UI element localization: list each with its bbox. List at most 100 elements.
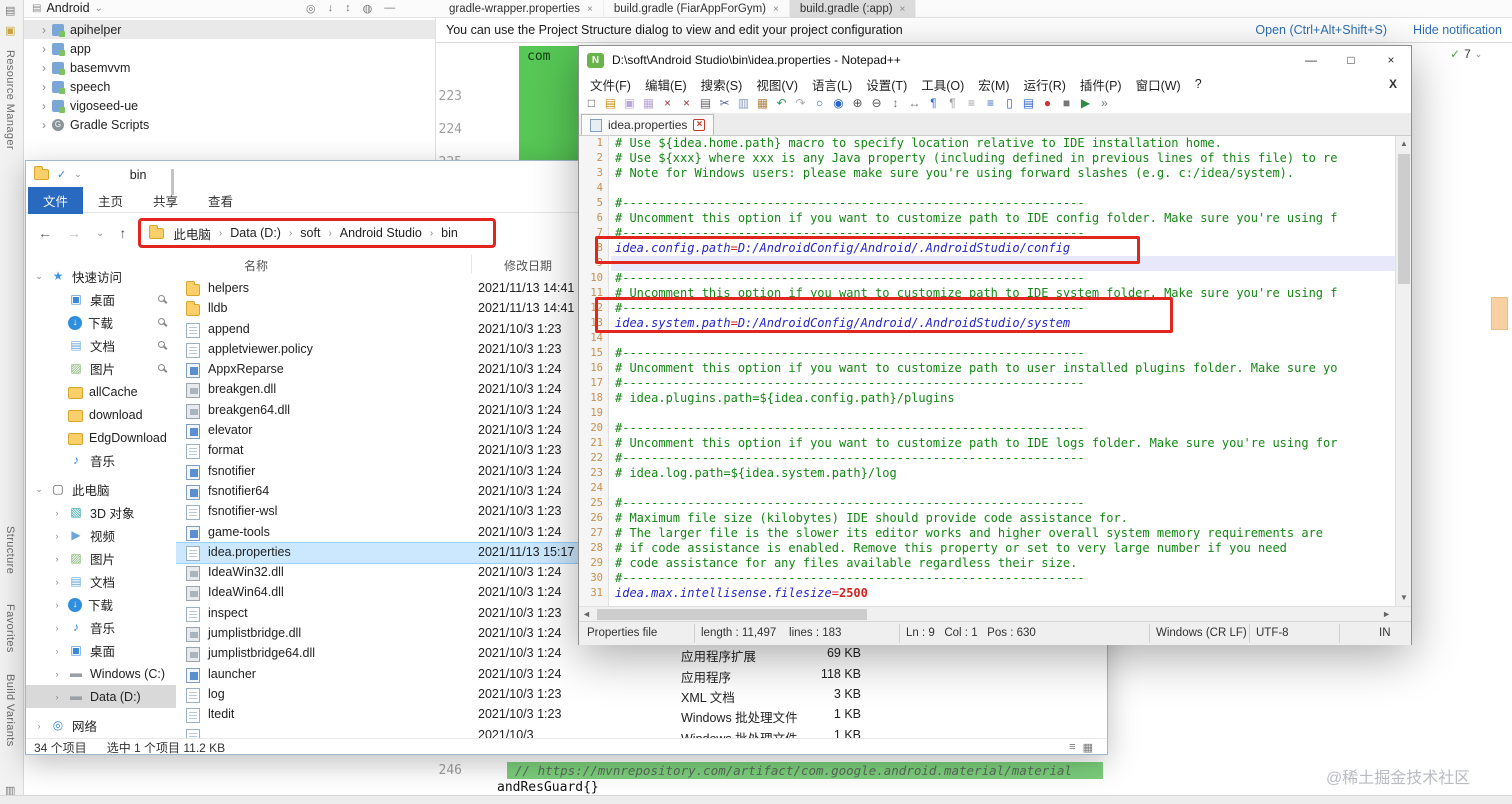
history-dropdown-icon[interactable]: ⌄ — [96, 228, 104, 239]
scrollbar-thumb[interactable] — [597, 609, 867, 620]
scrollbar-error-stripe[interactable] — [1491, 297, 1508, 330]
nav-group-quick-access[interactable]: ⌄ ★ 快速访问 — [26, 265, 176, 288]
editor-tab[interactable]: build.gradle (FiarAppForGym) × — [604, 0, 790, 18]
details-view-icon[interactable]: ≡ — [1069, 741, 1075, 754]
replace-icon[interactable]: ◉ — [830, 95, 847, 112]
chevron-icon[interactable]: › — [52, 577, 62, 587]
doc-switcher-icon[interactable]: ▤ — [1020, 95, 1037, 112]
locate-file-icon[interactable]: ◎ — [306, 2, 316, 15]
menu-item[interactable]: 文件(F) — [583, 75, 638, 94]
save-icon[interactable]: ▣ — [621, 95, 638, 112]
nav-item[interactable]: ♪ 音乐 — [26, 449, 176, 472]
chevron-right-icon[interactable]: › — [42, 61, 46, 75]
nav-item[interactable]: ↓ 下载 — [26, 311, 176, 334]
close-icon[interactable]: × — [659, 95, 676, 112]
menu-item[interactable]: 窗口(W) — [1129, 75, 1188, 94]
notepad-titlebar[interactable]: N D:\soft\Android Studio\bin\idea.proper… — [579, 46, 1411, 74]
nav-item[interactable]: › ▣ 桌面 — [26, 639, 176, 662]
maximize-button[interactable]: □ — [1331, 46, 1371, 74]
chevron-icon[interactable]: › — [52, 692, 62, 702]
column-header-date[interactable]: 修改日期 — [504, 257, 552, 274]
undo-icon[interactable]: ↶ — [773, 95, 790, 112]
menu-item[interactable]: 设置(T) — [859, 75, 914, 94]
scroll-down-icon[interactable]: ▼ — [1396, 590, 1411, 606]
nav-item[interactable]: › ♪ 音乐 — [26, 616, 176, 639]
sync-scroll-h-icon[interactable]: ↔ — [906, 95, 923, 112]
save-all-icon[interactable]: ▦ — [640, 95, 657, 112]
cut-icon[interactable]: ✂ — [716, 95, 733, 112]
chevron-icon[interactable]: › — [52, 554, 62, 564]
sync-scroll-v-icon[interactable]: ↕ — [887, 95, 904, 112]
zoom-out-icon[interactable]: ⊖ — [868, 95, 885, 112]
menu-item[interactable]: 视图(V) — [749, 75, 805, 94]
check-icon[interactable]: ✓ — [57, 168, 66, 181]
file-row[interactable]: ltedit 2021/10/3 1:23 Windows 批处理文件 1 KB — [176, 705, 1109, 725]
close-tab-icon[interactable]: × — [900, 4, 906, 15]
up-button[interactable]: ↑ — [119, 225, 126, 241]
chevron-down-icon[interactable]: ⌄ — [74, 169, 82, 180]
menu-item[interactable]: 工具(O) — [914, 75, 971, 94]
document-tab[interactable]: idea.properties × — [581, 114, 715, 135]
tool-window-button[interactable]: Resource Manager — [4, 50, 16, 150]
menu-item[interactable]: ? — [1188, 77, 1209, 91]
nav-item[interactable]: ▤ 文档 — [26, 334, 176, 357]
file-row[interactable]: jumplistbridge64.dll 2021/10/3 1:24 应用程序扩展… — [176, 644, 1109, 664]
settings-gear-icon[interactable]: ◍ — [363, 2, 373, 15]
chevron-icon[interactable]: › — [52, 646, 62, 656]
chevron-icon[interactable]: › — [52, 531, 62, 541]
ribbon-tab[interactable]: 主页 — [83, 188, 138, 213]
nav-item[interactable]: › ▨ 图片 — [26, 547, 176, 570]
nav-item[interactable]: allCache — [26, 380, 176, 403]
scroll-up-icon[interactable]: ▲ — [1396, 136, 1411, 152]
scroll-left-icon[interactable]: ◄ — [582, 609, 591, 619]
close-tab-icon[interactable]: × — [693, 119, 706, 131]
copy-icon[interactable]: ▥ — [735, 95, 752, 112]
ribbon-tab[interactable]: 文件 — [28, 186, 84, 214]
npp-editor[interactable]: 1 2 3 4 5 6 7 8 9 10 11 12 13 14 15 16 17 18 19 20 21 22 23 24 2… — [579, 136, 1411, 606]
file-row[interactable]: launcher 2021/10/3 1:24 应用程序 118 KB — [176, 665, 1109, 685]
chevron-right-icon[interactable]: › — [42, 42, 46, 56]
file-row[interactable]: log 2021/10/3 1:23 XML 文档 3 KB — [176, 685, 1109, 705]
close-all-icon[interactable]: × — [678, 95, 695, 112]
nav-item[interactable]: › ▬ Windows (C:) — [26, 662, 176, 685]
chevron-right-icon[interactable]: › — [42, 80, 46, 94]
record-macro-icon[interactable]: ● — [1039, 95, 1056, 112]
collapse-all-icon[interactable]: ↓ — [328, 2, 334, 15]
tool-window-button[interactable]: Favorites — [4, 604, 16, 653]
redo-icon[interactable]: ↷ — [792, 95, 809, 112]
function-list-icon[interactable]: ≡ — [982, 95, 999, 112]
chevron-right-icon[interactable]: › — [42, 23, 46, 37]
project-tree-item[interactable]: › apihelper — [24, 20, 435, 39]
nav-item[interactable]: › ▤ 文档 — [26, 570, 176, 593]
expand-all-icon[interactable]: ↕ — [345, 2, 351, 15]
nav-group-this-pc[interactable]: ⌄ ▢ 此电脑 — [26, 478, 176, 501]
editor-tab[interactable]: build.gradle (:app) × — [789, 0, 917, 18]
tool-window-button[interactable]: Build Variants — [4, 674, 16, 747]
find-icon[interactable]: ○ — [811, 95, 828, 112]
chevron-icon[interactable]: › — [52, 623, 62, 633]
chevron-right-icon[interactable]: › — [42, 99, 46, 113]
nav-item[interactable]: › ▧ 3D 对象 — [26, 501, 176, 524]
chevron-right-icon[interactable]: › — [42, 118, 46, 132]
file-row[interactable]: 2021/10/3Windows 批处理文件1 KB — [176, 726, 1109, 738]
show-all-chars-icon[interactable]: ¶ — [944, 95, 961, 112]
nav-item[interactable]: ▣ 桌面 — [26, 288, 176, 311]
nav-item[interactable]: › ▶ 视频 — [26, 524, 176, 547]
stop-macro-icon[interactable]: ■ — [1058, 95, 1075, 112]
new-file-icon[interactable]: □ — [583, 95, 600, 112]
print-icon[interactable]: ▤ — [697, 95, 714, 112]
hide-panel-icon[interactable]: — — [384, 2, 395, 15]
nav-scrollbar[interactable] — [171, 169, 174, 195]
nav-item[interactable]: download — [26, 403, 176, 426]
breadcrumb-item[interactable]: bin — [439, 226, 460, 240]
open-file-icon[interactable]: ▤ — [602, 95, 619, 112]
nav-item[interactable]: ▨ 图片 — [26, 357, 176, 380]
chevron-icon[interactable]: ⌄ — [34, 271, 44, 282]
thumbnail-view-icon[interactable]: ▦ — [1083, 741, 1093, 754]
close-tab-icon[interactable]: × — [587, 4, 593, 15]
scroll-right-icon[interactable]: ► — [1382, 609, 1391, 619]
menu-item[interactable]: 语言(L) — [805, 75, 859, 94]
column-separator[interactable] — [471, 255, 472, 273]
project-tool-icon[interactable]: ▤ — [5, 4, 15, 17]
run-macro-multiple-icon[interactable]: » — [1096, 95, 1113, 112]
